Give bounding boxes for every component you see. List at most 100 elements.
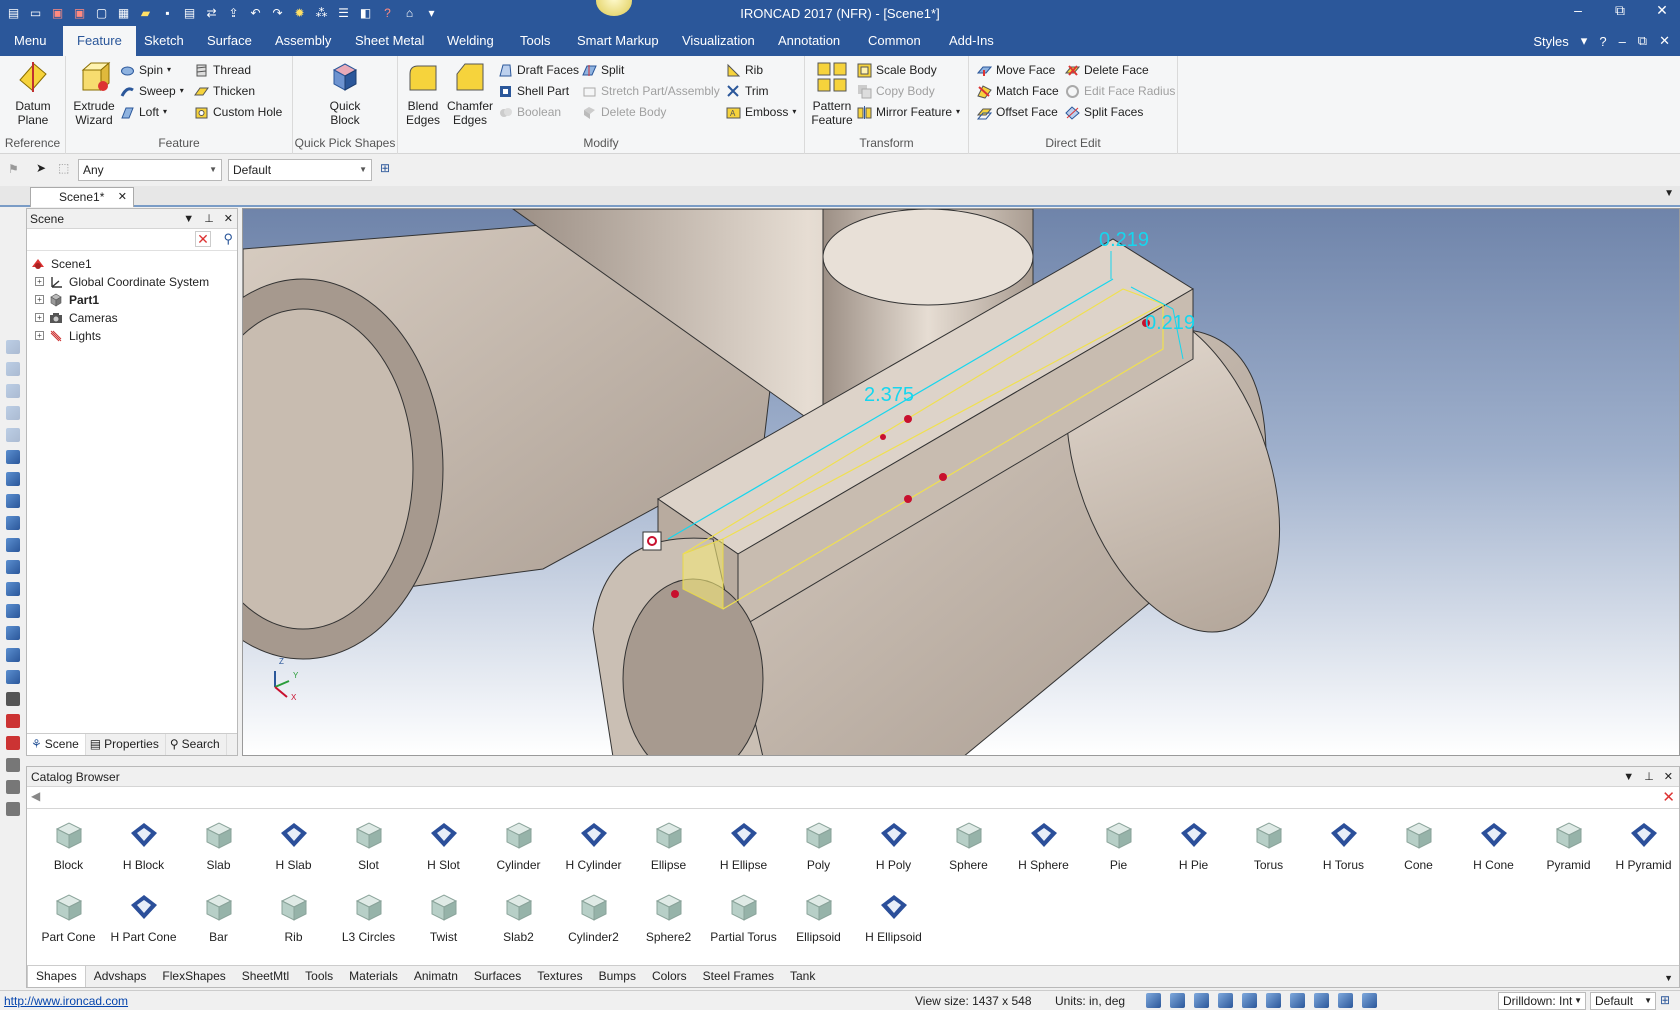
view-tool-icon[interactable] [6,648,20,662]
close-icon[interactable]: ✕ [224,209,233,229]
ribbon-minimize-button[interactable]: – [1619,34,1626,49]
view-tool-icon[interactable] [6,538,20,552]
pin-icon[interactable]: ⊥ [1644,767,1654,787]
select-filter-icon[interactable]: ⚑ [8,162,19,176]
view-tool-icon[interactable] [6,604,20,618]
view-tool-icon[interactable] [6,626,20,640]
close-icon[interactable]: ✕ [1664,767,1673,787]
dimension-width-top[interactable]: 0.219 [1099,229,1149,252]
delete-face-button[interactable]: Delete Face [1065,60,1149,80]
stretch-part-assembly-button[interactable]: Stretch Part/Assembly [582,81,720,101]
view-tool-icon[interactable] [6,494,20,508]
status-style-combo[interactable]: Default ▼ [1590,992,1656,1010]
pointer-icon[interactable]: ➤ [36,161,46,175]
split-faces-button[interactable]: Split Faces [1065,102,1143,122]
catalog-shape-h-sphere[interactable]: H Sphere [1006,813,1081,883]
catalog-tab-steel-frames[interactable]: Steel Frames [695,966,782,987]
view-tool-icon[interactable] [6,450,20,464]
catalog-shape-h-pyramid[interactable]: H Pyramid [1606,813,1680,883]
tree-node-part1[interactable]: + Part1 [27,291,237,309]
view-tool-icon[interactable] [6,714,20,728]
thread-button[interactable]: Thread [194,60,251,80]
thicken-button[interactable]: Thicken [194,81,255,101]
tree-node-global-coordinate-system[interactable]: + Global Coordinate System [27,273,237,291]
panel-menu-chevron-icon[interactable]: ▼ [183,209,194,229]
catalog-shape-h-cone[interactable]: H Cone [1456,813,1531,883]
catalog-shape-h-part-cone[interactable]: H Part Cone [106,885,181,955]
loft-button[interactable]: Loft ▾ [120,102,167,122]
ribbon-close-button[interactable]: ✕ [1659,33,1670,49]
help-circle-icon[interactable]: ? [1599,34,1606,49]
tab-scene1[interactable]: Scene1* ✕ [30,187,134,207]
extrude-wizard-button[interactable]: Extrude Wizard [72,60,116,127]
section-icon[interactable] [1266,993,1281,1008]
catalog-tab-animatn[interactable]: Animatn [406,966,466,987]
catalog-shape-h-torus[interactable]: H Torus [1306,813,1381,883]
view-tool-icon[interactable] [6,758,20,772]
catalog-shape-sphere[interactable]: Sphere [931,813,1006,883]
tab-menu[interactable]: Menu [14,26,47,56]
tab-search[interactable]: ⚲ Search [166,734,227,755]
match-face-button[interactable]: Match Face [977,81,1059,101]
catalog-tab-tools[interactable]: Tools [297,966,341,987]
tab-annotation[interactable]: Annotation [778,26,840,56]
view-tool-icon[interactable] [6,802,20,816]
view-tool-icon[interactable] [6,428,20,442]
website-link[interactable]: http://www.ironcad.com [4,994,128,1008]
catalog-shape-block[interactable]: Block [31,813,106,883]
blend-edges-button[interactable]: Blend Edges [402,60,444,127]
pattern-feature-button[interactable]: Pattern Feature [809,60,855,127]
3d-viewport[interactable]: 0.219 0.219 2.375 Z Y X [242,208,1680,756]
catalog-tab-bumps[interactable]: Bumps [591,966,644,987]
display-mode-icon[interactable] [1314,993,1329,1008]
view-tool-icon[interactable] [6,692,20,706]
view-tool-icon[interactable] [6,516,20,530]
catalog-shape-cylinder[interactable]: Cylinder [481,813,556,883]
catalog-shape-partial-torus[interactable]: Partial Torus [706,885,781,955]
clear-filter-icon[interactable]: ✕ [195,231,211,247]
catalog-shape-h-cylinder[interactable]: H Cylinder [556,813,631,883]
catalog-shape-part-cone[interactable]: Part Cone [31,885,106,955]
orbit-icon[interactable] [1242,993,1257,1008]
tab-common[interactable]: Common [868,26,921,56]
catalog-shape-pyramid[interactable]: Pyramid [1531,813,1606,883]
expand-icon[interactable]: + [35,295,44,304]
catalog-shape-slab2[interactable]: Slab2 [481,885,556,955]
catalog-shape-sphere2[interactable]: Sphere2 [631,885,706,955]
view-tool-icon[interactable] [6,362,20,376]
catalog-tab-materials[interactable]: Materials [341,966,406,987]
selection-filter-combo[interactable]: Any ▼ [78,159,222,181]
view-tool-icon[interactable] [6,472,20,486]
render-mode-icon[interactable] [1290,993,1305,1008]
pin-icon[interactable]: ⊥ [204,209,214,229]
delete-body-button[interactable]: Delete Body [582,102,666,122]
catalog-tab-advshaps[interactable]: Advshaps [86,966,155,987]
catalog-tab-shapes[interactable]: Shapes [27,966,86,987]
tab-surface[interactable]: Surface [207,26,252,56]
catalog-shape-slab[interactable]: Slab [181,813,256,883]
view-tool-icon[interactable] [6,582,20,596]
tab-welding[interactable]: Welding [447,26,494,56]
expand-icon[interactable]: + [35,277,44,286]
close-icon[interactable]: ✕ [118,188,127,206]
restore-button[interactable]: ⧉ [1610,2,1630,19]
pointer-icon[interactable] [1362,993,1377,1008]
catalog-shape-ellipsoid[interactable]: Ellipsoid [781,885,856,955]
shell-part-button[interactable]: Shell Part [498,81,569,101]
move-face-button[interactable]: Move Face [977,60,1055,80]
ribbon-restore-button[interactable]: ⧉ [1638,33,1647,49]
spin-button[interactable]: Spin ▾ [120,60,171,80]
back-arrow-icon[interactable]: ◀ [31,789,40,803]
tab-sketch[interactable]: Sketch [144,26,184,56]
tab-smart-markup[interactable]: Smart Markup [577,26,659,56]
close-catalog-icon[interactable]: ✕ [1662,788,1675,806]
catalog-shape-cylinder2[interactable]: Cylinder2 [556,885,631,955]
catalog-shape-torus[interactable]: Torus [1231,813,1306,883]
tree-node-lights[interactable]: + Lights [27,327,237,345]
dimension-length[interactable]: 2.375 [864,384,914,407]
catalog-tab-surfaces[interactable]: Surfaces [466,966,529,987]
datum-plane-button[interactable]: Datum Plane [6,60,60,127]
tab-visualization[interactable]: Visualization [682,26,755,56]
catalog-shape-h-pie[interactable]: H Pie [1156,813,1231,883]
catalog-shape-cone[interactable]: Cone [1381,813,1456,883]
